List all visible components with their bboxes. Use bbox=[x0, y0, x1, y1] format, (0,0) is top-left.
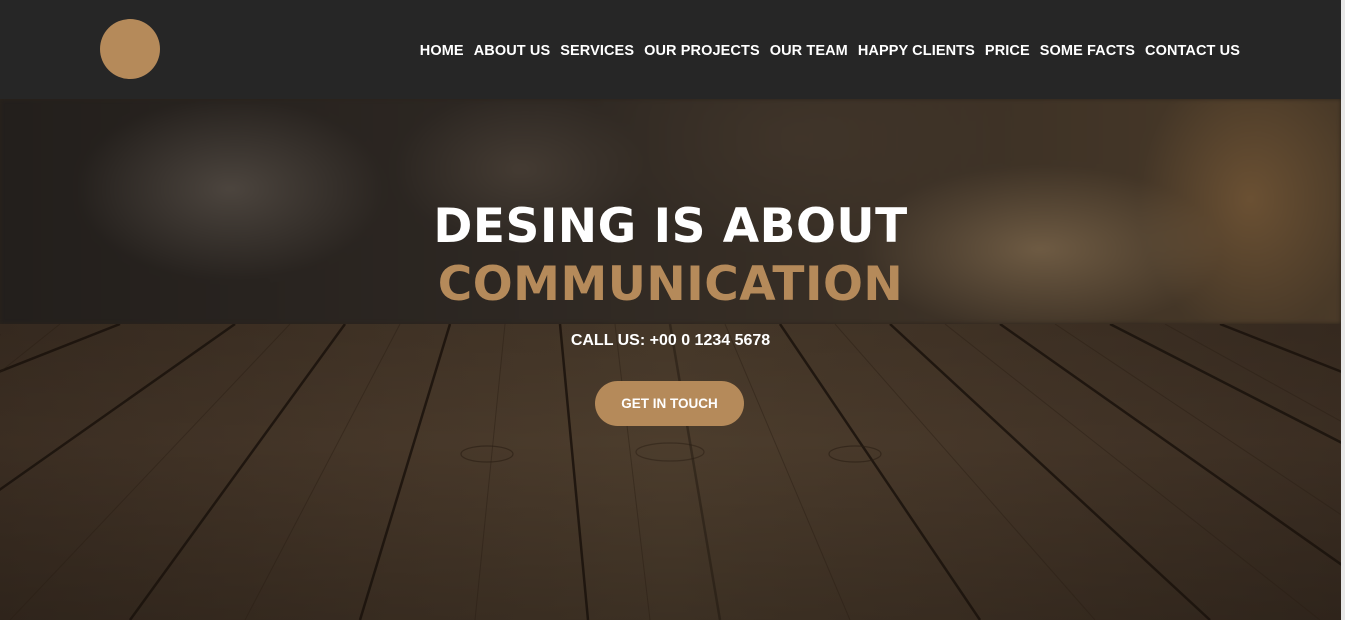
wood-planks-graphic bbox=[0, 324, 1341, 620]
hero-phone: CALL US: +00 0 1234 5678 bbox=[570, 332, 771, 349]
hero-headline: DESING IS ABOUT bbox=[433, 199, 908, 254]
nav-item-happy-clients[interactable]: HAPPY CLIENTS bbox=[858, 43, 975, 59]
hero-headline-accent: COMMUNICATION bbox=[437, 257, 904, 312]
page-scrollbar[interactable] bbox=[1341, 0, 1345, 620]
nav-item-our-projects[interactable]: OUR PROJECTS bbox=[644, 43, 760, 59]
nav-item-some-facts[interactable]: SOME FACTS bbox=[1040, 43, 1135, 59]
site-header: HOME ABOUT US SERVICES OUR PROJECTS OUR … bbox=[0, 0, 1341, 99]
nav-item-services[interactable]: SERVICES bbox=[560, 43, 634, 59]
nav-item-about-us[interactable]: ABOUT US bbox=[474, 43, 551, 59]
hero-wood-table bbox=[0, 324, 1341, 620]
nav-item-our-team[interactable]: OUR TEAM bbox=[770, 43, 848, 59]
logo[interactable] bbox=[100, 19, 160, 79]
get-in-touch-button[interactable]: GET IN TOUCH bbox=[595, 381, 744, 426]
nav-item-contact-us[interactable]: CONTACT US bbox=[1145, 43, 1240, 59]
hero-background bbox=[0, 99, 1341, 620]
main-nav: HOME ABOUT US SERVICES OUR PROJECTS OUR … bbox=[420, 43, 1240, 59]
nav-item-price[interactable]: PRICE bbox=[985, 43, 1030, 59]
nav-item-home[interactable]: HOME bbox=[420, 43, 464, 59]
